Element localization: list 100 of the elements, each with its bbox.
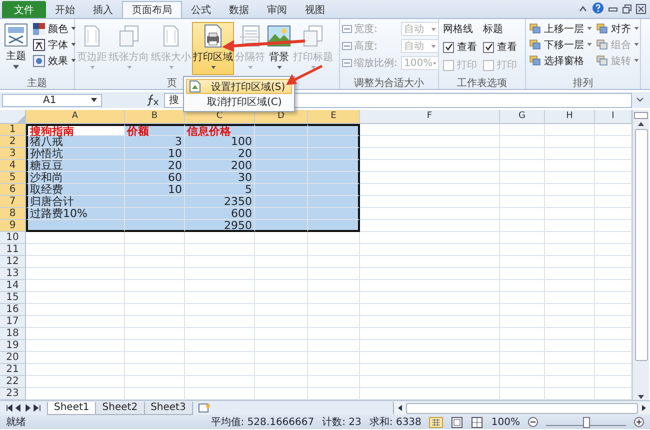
sheet-cell: 200 — [185, 160, 255, 172]
zoom-in-icon[interactable] — [634, 417, 644, 427]
sheet-tab[interactable]: Sheet1 — [47, 402, 96, 414]
normal-view-icon[interactable] — [429, 416, 444, 428]
zoom-level[interactable]: 100% — [491, 416, 520, 428]
arrange-button[interactable]: 上移一层 — [528, 22, 593, 35]
row-header[interactable]: 3 — [0, 148, 26, 160]
column-header[interactable]: G — [500, 110, 545, 124]
row-header[interactable]: 7 — [0, 196, 26, 208]
ribbon-tab[interactable]: 审阅 — [258, 1, 296, 18]
group-label: 调整为合适大小 — [353, 76, 425, 89]
collapse-ribbon-icon[interactable] — [578, 4, 588, 14]
zoom-slider-thumb[interactable] — [583, 416, 590, 428]
row-header[interactable]: 8 — [0, 208, 26, 220]
name-box[interactable]: A1 — [2, 94, 102, 106]
checkbox[interactable] — [443, 42, 454, 52]
page-setup-button[interactable]: 背景 — [266, 22, 292, 75]
page-break-icon[interactable] — [471, 416, 484, 428]
row-header[interactable]: 16 — [0, 304, 26, 316]
row-header[interactable]: 23 — [0, 388, 26, 400]
ribbon-tab[interactable]: 文件 — [2, 1, 46, 18]
sheet-tab[interactable]: Sheet3 — [144, 402, 193, 414]
caret-icon — [210, 66, 216, 69]
ribbon-tab[interactable]: 数据 — [220, 1, 258, 18]
row-header[interactable]: 4 — [0, 160, 26, 172]
sheet-cell: 搜狗指南 — [26, 124, 125, 136]
arrange-button[interactable]: 选择窗格 — [528, 54, 593, 67]
row-header[interactable]: 5 — [0, 172, 26, 184]
caret-icon — [126, 66, 132, 69]
color-swatch-icon — [33, 22, 45, 34]
ribbon-tab[interactable]: 视图 — [296, 1, 334, 18]
column-header[interactable]: F — [360, 110, 500, 124]
caret-icon — [310, 66, 316, 69]
column-header[interactable]: B — [125, 110, 185, 124]
menu-item[interactable]: 取消打印区域(C) — [186, 94, 292, 109]
annotation-arrow — [286, 64, 323, 85]
ribbon-tab[interactable]: 开始 — [46, 1, 84, 18]
close-icon[interactable] — [636, 4, 646, 14]
caret-icon — [90, 66, 94, 69]
row-header[interactable]: 22 — [0, 376, 26, 388]
theme-option-button[interactable]: 字体 — [32, 38, 77, 51]
sheet-navigation-icon[interactable] — [6, 404, 42, 412]
scroll-left-icon[interactable] — [397, 404, 403, 412]
arrange-button[interactable]: 下移一层 — [528, 38, 593, 51]
scroll-right-icon[interactable] — [641, 404, 647, 412]
sheet-cell: 3 — [125, 136, 185, 148]
menu-item[interactable]: 设置打印区域(S) — [186, 79, 292, 94]
field-label: 缩放比例: — [354, 56, 398, 70]
column-header[interactable]: H — [545, 110, 595, 124]
row-header[interactable]: 1 — [0, 124, 26, 136]
sheet-cell: 10 — [125, 148, 185, 160]
sheet-cell: 孙悟坑 — [26, 148, 125, 160]
row-header[interactable]: 2 — [0, 136, 26, 148]
arrange-button[interactable]: 对齐 — [595, 22, 640, 35]
row-header[interactable]: 13 — [0, 268, 26, 280]
status-count: 计数: 23 — [322, 416, 362, 429]
row-header[interactable]: 11 — [0, 244, 26, 256]
column-header[interactable]: E — [308, 110, 360, 124]
checkbox[interactable] — [483, 42, 494, 52]
sheet-tab[interactable]: Sheet2 — [95, 402, 145, 414]
option-heading: 标题 — [483, 22, 504, 36]
caret-icon — [634, 43, 639, 46]
ribbon-tab[interactable]: 插入 — [84, 1, 122, 18]
sheet-cell: 20 — [185, 148, 255, 160]
row-header[interactable]: 6 — [0, 184, 26, 196]
zoom-out-icon[interactable] — [528, 417, 538, 427]
row-header[interactable]: 20 — [0, 352, 26, 364]
themes-button[interactable]: 主题 — [2, 22, 30, 70]
caret-icon — [587, 27, 592, 30]
scroll-up-icon[interactable] — [636, 121, 646, 127]
ribbon-tab[interactable]: 公式 — [182, 1, 220, 18]
row-header[interactable]: 14 — [0, 280, 26, 292]
vertical-scrollbar[interactable] — [632, 110, 649, 400]
caret-icon — [248, 66, 252, 69]
theme-option-button[interactable]: 效果 — [32, 54, 77, 67]
column-header[interactable]: I — [595, 110, 632, 124]
row-header[interactable]: 21 — [0, 364, 26, 376]
row-header[interactable]: 12 — [0, 256, 26, 268]
function-icon[interactable] — [146, 94, 160, 106]
expand-icon[interactable] — [636, 97, 644, 103]
row-header[interactable]: 15 — [0, 292, 26, 304]
horizontal-scrollbar[interactable] — [393, 402, 650, 414]
theme-option-button[interactable]: 颜色 — [32, 22, 77, 35]
printer-page-icon — [202, 24, 224, 48]
restore-icon[interactable] — [622, 4, 632, 14]
row-header[interactable]: 9 — [0, 220, 26, 232]
row-header[interactable]: 10 — [0, 232, 26, 244]
sheet-cell: 价额 — [125, 124, 185, 136]
row-header[interactable]: 19 — [0, 340, 26, 352]
group-label: 排列 — [572, 76, 594, 89]
new-sheet-icon[interactable] — [196, 403, 211, 413]
row-header[interactable]: 17 — [0, 316, 26, 328]
ribbon-tab[interactable]: 页面布局 — [122, 1, 182, 18]
page-layout-icon[interactable] — [451, 416, 464, 428]
column-header[interactable]: A — [26, 110, 125, 124]
layers-icon — [596, 55, 608, 66]
help-icon[interactable] — [592, 2, 604, 14]
caret-icon — [634, 27, 639, 30]
row-header[interactable]: 18 — [0, 328, 26, 340]
page-setup-button[interactable]: 打印区域 — [192, 22, 234, 75]
